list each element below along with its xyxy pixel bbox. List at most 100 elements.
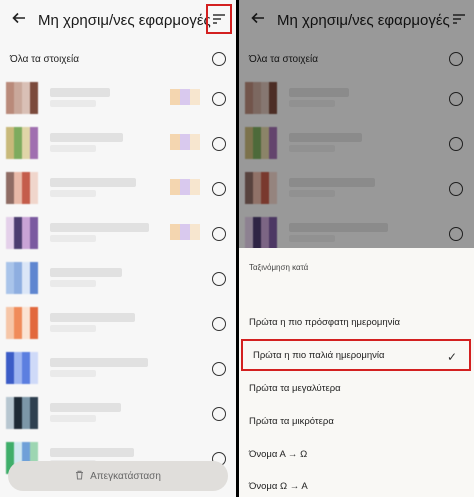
app-icon-pixel [14,421,22,429]
app-select-radio[interactable] [212,182,226,196]
app-list-item[interactable] [0,211,236,255]
sort-option-smallest[interactable]: Πρώτα τα μικρότερα [239,405,474,437]
app-icon-pixel [22,196,30,204]
app-select-radio[interactable] [212,407,226,421]
app-icon [6,307,38,339]
app-details-redacted [50,190,96,197]
uninstall-button[interactable]: Απεγκατάσταση [8,461,228,491]
app-icon-pixel [14,368,22,376]
app-icon-pixel [30,262,38,270]
app-tag-redacted [170,134,200,150]
app-icon-pixel [22,376,30,384]
app-list-item[interactable] [0,166,236,210]
select-all-radio[interactable] [212,52,226,66]
app-icon-pixel [6,106,14,114]
app-tag-redacted [170,89,200,105]
app-list-item[interactable] [0,301,236,345]
app-list-item[interactable] [0,256,236,300]
app-icon-pixel [30,90,38,98]
sort-option-name-desc[interactable]: Όνομα Ω → Α [239,470,474,497]
sort-option-largest[interactable]: Πρώτα τα μεγαλύτερα [239,372,474,404]
app-icon-pixel [6,368,14,376]
app-icon-pixel [6,331,14,339]
app-icon-pixel [22,98,30,106]
app-icon-pixel [22,106,30,114]
app-list-item[interactable] [0,346,236,390]
app-tag-pixel [180,179,190,195]
app-icon-pixel [14,307,22,315]
app-tag-pixel [190,89,200,105]
app-list-item[interactable] [0,391,236,435]
app-icon-pixel [14,98,22,106]
sort-bottom-sheet: Ταξινόμηση κατά Πρώτα η πιο πρόσφατη ημε… [239,248,474,497]
app-icon-pixel [30,143,38,151]
app-tag-pixel [170,224,180,240]
app-icon-pixel [22,278,30,286]
app-icon-pixel [30,450,38,458]
app-icon-pixel [30,172,38,180]
app-select-radio[interactable] [212,317,226,331]
app-icon-pixel [30,225,38,233]
app-icon-pixel [30,286,38,294]
app-icon-pixel [14,413,22,421]
app-icon-pixel [22,217,30,225]
app-icon-pixel [30,270,38,278]
app-icon-pixel [30,352,38,360]
app-icon-pixel [6,262,14,270]
sort-sheet-screen: Μη χρησιμ/νες εφαρμογές Όλα τα στοιχεία … [239,0,474,497]
app-list-item[interactable] [0,121,236,165]
app-icon-pixel [30,217,38,225]
app-icon-pixel [22,127,30,135]
app-icon-pixel [22,442,30,450]
app-icon-pixel [6,82,14,90]
app-icon-pixel [14,323,22,331]
app-tag-pixel [180,89,190,105]
app-icon-pixel [14,397,22,405]
sort-button[interactable] [206,4,232,34]
app-icon-pixel [14,360,22,368]
app-icon-pixel [14,196,22,204]
app-tag-pixel [170,179,180,195]
app-icon-pixel [22,151,30,159]
sort-option-name-asc[interactable]: Όνομα Α → Ω [239,438,474,470]
app-name-redacted [50,223,149,232]
app-icon-pixel [22,421,30,429]
select-all-row[interactable]: Όλα τα στοιχεία [0,44,236,74]
app-icon-pixel [22,413,30,421]
sort-option-newest[interactable]: Πρώτα η πιο πρόσφατη ημερομηνία [239,306,474,338]
app-icon-pixel [6,397,14,405]
app-icon-pixel [30,196,38,204]
app-icon-pixel [30,82,38,90]
app-icon-pixel [6,323,14,331]
app-tag-redacted [170,179,200,195]
app-icon-pixel [6,217,14,225]
app-icon-pixel [6,421,14,429]
app-icon [6,127,38,159]
app-icon-pixel [14,135,22,143]
app-details-redacted [50,415,96,422]
app-icon-pixel [30,331,38,339]
app-icon-pixel [6,450,14,458]
back-button[interactable] [0,0,38,40]
app-icon-pixel [14,90,22,98]
app-select-radio[interactable] [212,272,226,286]
app-list-item[interactable] [0,76,236,120]
app-icon-pixel [22,360,30,368]
app-icon-pixel [30,368,38,376]
app-name-redacted [50,358,148,367]
app-icon-pixel [14,278,22,286]
app-icon-pixel [14,405,22,413]
app-icon-pixel [30,135,38,143]
app-select-radio[interactable] [212,362,226,376]
app-icon-pixel [22,262,30,270]
sort-option-oldest[interactable]: Πρώτα η πιο παλιά ημερομηνία ✓ [241,339,471,371]
app-icon-pixel [6,98,14,106]
app-icon-pixel [14,262,22,270]
app-icon-pixel [6,413,14,421]
app-select-radio[interactable] [212,137,226,151]
app-icon-pixel [30,98,38,106]
app-select-radio[interactable] [212,227,226,241]
app-icon-pixel [30,323,38,331]
app-icon-pixel [30,421,38,429]
app-select-radio[interactable] [212,92,226,106]
